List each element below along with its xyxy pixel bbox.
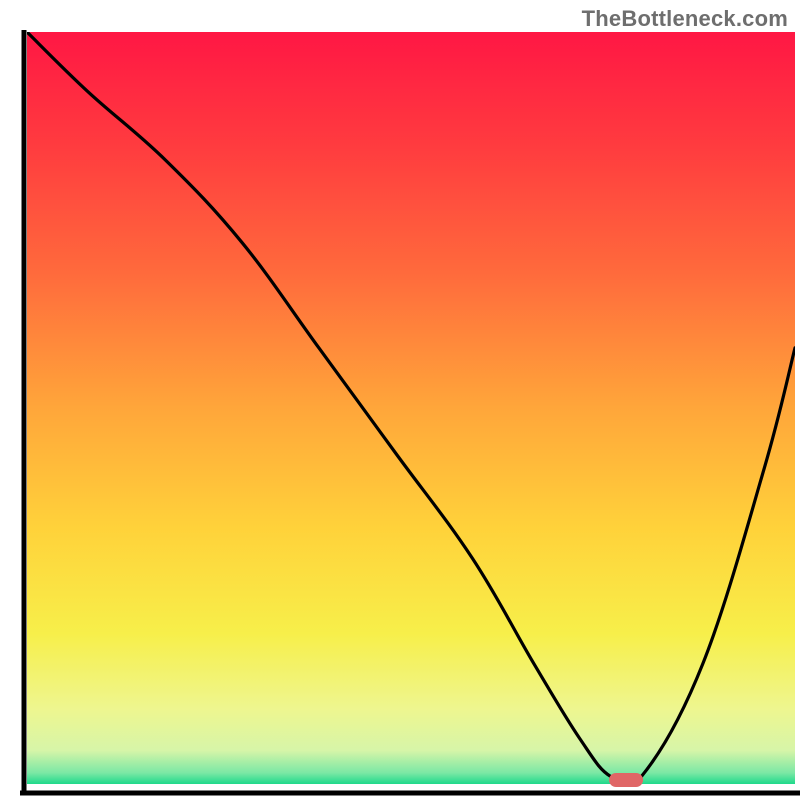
attribution-label: TheBottleneck.com — [582, 6, 788, 32]
chart-svg — [0, 0, 800, 800]
bottleneck-chart: TheBottleneck.com — [0, 0, 800, 800]
optimal-marker — [609, 773, 643, 787]
plot-background — [27, 32, 795, 784]
